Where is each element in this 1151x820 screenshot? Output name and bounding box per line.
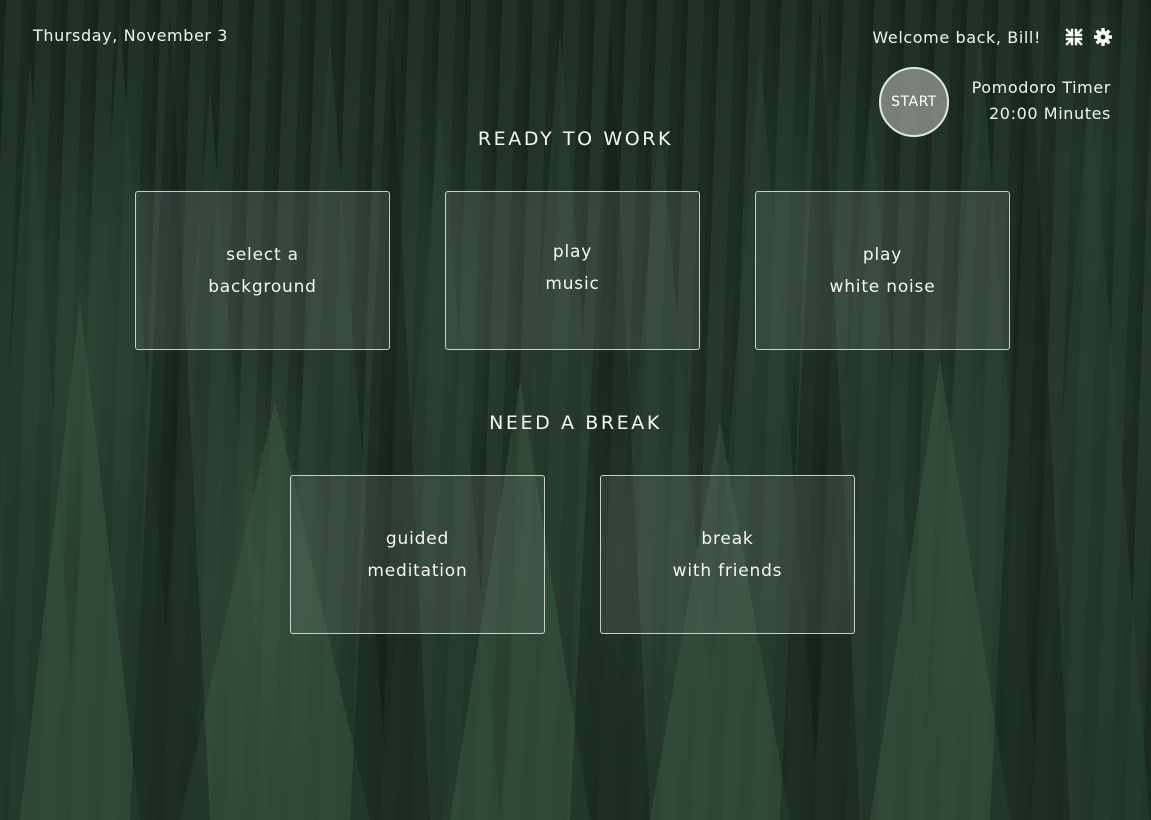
guided-meditation-card[interactable]: guided meditation	[290, 475, 545, 634]
forest-background-image	[0, 0, 1150, 820]
current-date: Thursday, November 3	[33, 26, 229, 45]
timer-title: Pomodoro Timer	[971, 78, 1111, 97]
card-label-line: guided	[385, 528, 450, 549]
play-music-card[interactable]: play music	[445, 191, 700, 350]
card-label-line: select a	[226, 244, 299, 265]
card-label-line: background	[208, 276, 317, 297]
select-background-card[interactable]: select a background	[135, 191, 390, 350]
play-white-noise-card[interactable]: play white noise	[755, 191, 1010, 350]
welcome-message: Welcome back, Bill!	[872, 28, 1041, 47]
gear-icon[interactable]	[1093, 27, 1113, 47]
card-label-line: break	[701, 528, 754, 549]
card-label-line: white noise	[829, 276, 936, 297]
card-label-line: with friends	[672, 560, 783, 581]
app-window: Thursday, November 3 Welcome back, Bill!	[0, 0, 1151, 820]
card-label-line: music	[545, 273, 600, 294]
work-section-title: READY TO WORK	[477, 128, 674, 150]
break-section-title: NEED A BREAK	[489, 412, 662, 434]
card-label-line: play	[552, 241, 593, 262]
break-with-friends-card[interactable]: break with friends	[600, 475, 855, 634]
compress-icon[interactable]	[1064, 27, 1084, 47]
card-label-line: play	[862, 244, 903, 265]
timer-duration: 20:00 Minutes	[989, 104, 1111, 123]
card-label-line: meditation	[367, 560, 468, 581]
start-timer-button[interactable]: START	[879, 67, 949, 137]
